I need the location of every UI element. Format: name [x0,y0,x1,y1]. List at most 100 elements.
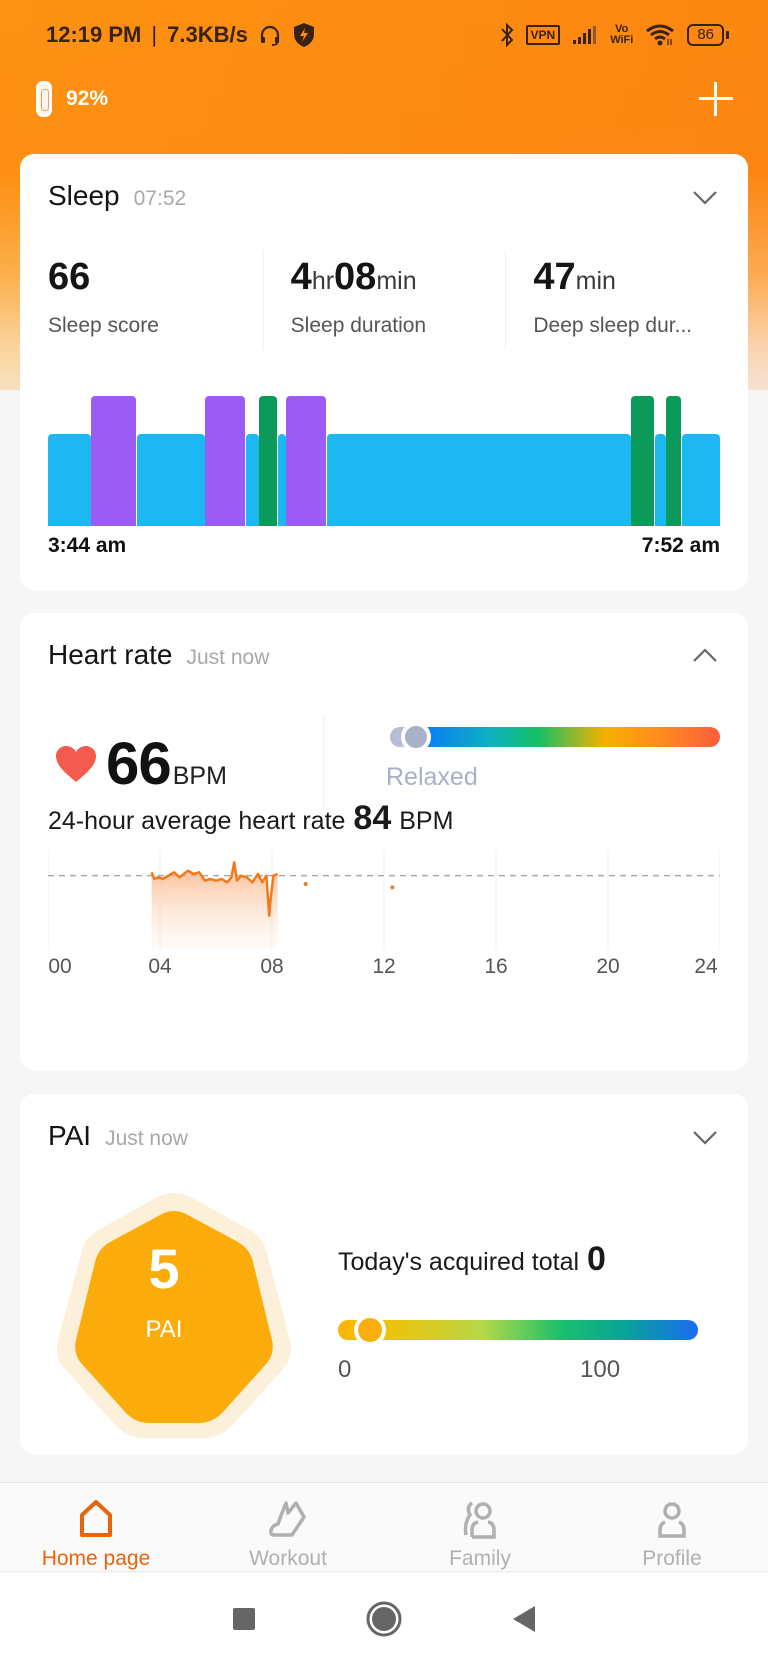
sleep-card[interactable]: Sleep 07:52 66 Sleep score 4hr08min Slee… [20,154,748,590]
tab-home-page[interactable]: Home page [0,1483,192,1571]
heart-icon [56,745,96,782]
heart-rate-chart [48,849,720,949]
signal-icon [572,25,598,45]
pai-card[interactable]: PAI Just now 5 PAI Today's acquired tota… [20,1094,748,1454]
status-bar: 12:19 PM | 7.3KB/s VPN Vo WiFi 86 [0,0,768,70]
heart-rate-x-axis: 00 04 08 12 16 20 24 [48,955,720,985]
tab-label: Profile [642,1547,702,1570]
pai-heptagon-badge [56,1193,292,1438]
divider [323,717,324,809]
sleep-segment-light [245,434,260,526]
sleep-end-label: 7:52 am [641,534,720,557]
sleep-segment-rem [286,396,327,526]
x-tick-label: 16 [484,955,508,978]
average-label: 24-hour average heart rate [48,807,346,835]
shield-bolt-icon [292,22,316,48]
sleep-score-stat: 66 Sleep score [20,250,263,338]
pai-title: PAI [48,1120,92,1151]
chevron-up-icon[interactable] [692,643,718,669]
family-icon [463,1501,496,1539]
x-tick-label: 04 [148,955,172,978]
heart-rate-value: 66 [106,730,172,797]
shoe-icon [269,1501,306,1537]
sleep-segment-light [137,434,206,526]
heart-rate-card[interactable]: Heart rate Just now 66 BPM Relaxed 24-ho… [20,613,748,1070]
tab-profile[interactable]: Profile [576,1483,768,1571]
sleep-segment-light [278,434,287,526]
network-speed: 7.3KB/s [167,22,248,47]
home-icon [80,1500,112,1537]
sleep-start-label: 3:44 am [48,534,127,557]
current-heart-rate: 66 BPM [54,729,227,798]
sleep-segment-awake [630,396,654,526]
separator: | [151,22,158,47]
heart-rate-point [303,882,308,886]
pai-time: Just now [105,1127,188,1150]
deep-sleep-label: Deep sleep dur... [533,314,693,337]
pai-scale-min: 0 [338,1356,352,1383]
pai-value-label: PAI [145,1316,183,1343]
clock: 12:19 PM [46,22,142,47]
back-icon [513,1605,535,1632]
sleep-segment-light [682,434,720,526]
x-tick-label: 20 [596,955,620,978]
sleep-segment-rem [205,396,245,526]
sleep-duration-label: Sleep duration [290,314,427,337]
system-navigation-bar [0,1573,768,1664]
bluetooth-icon [500,23,514,47]
heart-rate-title: Heart rate [48,639,173,670]
sleep-hours: 4 [290,256,312,298]
sleep-hours-unit: hr [311,267,335,295]
bottom-tab-bar: Home page Workout Family Profile [0,1482,768,1572]
tab-label: Home page [41,1547,151,1570]
vowifi-icon: Vo WiFi [610,24,633,46]
pai-today-label: Today's acquired total [338,1248,580,1276]
chevron-down-icon[interactable] [692,184,718,210]
heart-zone-label: Relaxed [386,763,478,791]
wifi-icon [645,24,675,46]
tab-family[interactable]: Family [384,1483,576,1571]
heart-rate-unit: BPM [172,762,227,790]
sleep-header: Sleep 07:52 [48,180,186,212]
deep-sleep-value: 47 [533,256,576,298]
sleep-segment-light [48,434,92,526]
recents-icon [233,1607,255,1630]
sleep-segment-rem [91,396,137,526]
back-button[interactable] [504,1599,544,1639]
deep-sleep-unit: min [575,267,616,295]
sleep-score-value: 66 [48,256,91,298]
device-battery: 92% [66,87,109,110]
tab-workout[interactable]: Workout [192,1483,384,1571]
sleep-minutes: 08 [334,256,377,298]
heart-rate-point [390,885,395,890]
sleep-score-label: Sleep score [48,314,159,337]
heart-zone-bar [390,727,720,747]
device-status[interactable]: 92% [36,81,108,117]
pai-scale-max: 100 [580,1356,621,1383]
home-button[interactable] [364,1599,404,1639]
sleep-minutes-unit: min [376,267,417,295]
sleep-title: Sleep [48,180,120,211]
average-heart-rate: 24-hour average heart rate 84 BPM [48,799,453,838]
pai-progress-indicator [354,1314,386,1346]
heart-zone-indicator [400,722,431,752]
tab-label: Workout [249,1547,327,1570]
sleep-segment-light [327,434,631,526]
x-tick-label: 12 [372,955,396,978]
sleep-segment-awake [665,396,682,526]
plus-icon[interactable] [696,79,736,119]
chevron-down-icon[interactable] [692,1124,718,1150]
sleep-time: 07:52 [133,187,187,210]
vowifi-bottom: WiFi [610,34,634,46]
home-circle-icon [366,1601,402,1636]
sleep-duration-stat: 4hr08min Sleep duration [262,250,506,350]
pai-progress-bar [338,1320,698,1340]
pai-value: 5 [148,1237,180,1300]
sleep-segment-light [654,434,666,526]
device-row: 92% [36,76,736,122]
headset-icon [258,23,282,47]
heart-rate-time: Just now [186,646,270,669]
band-icon [36,81,52,117]
sleep-stage-chart [48,390,720,526]
recents-button[interactable] [224,1599,264,1639]
